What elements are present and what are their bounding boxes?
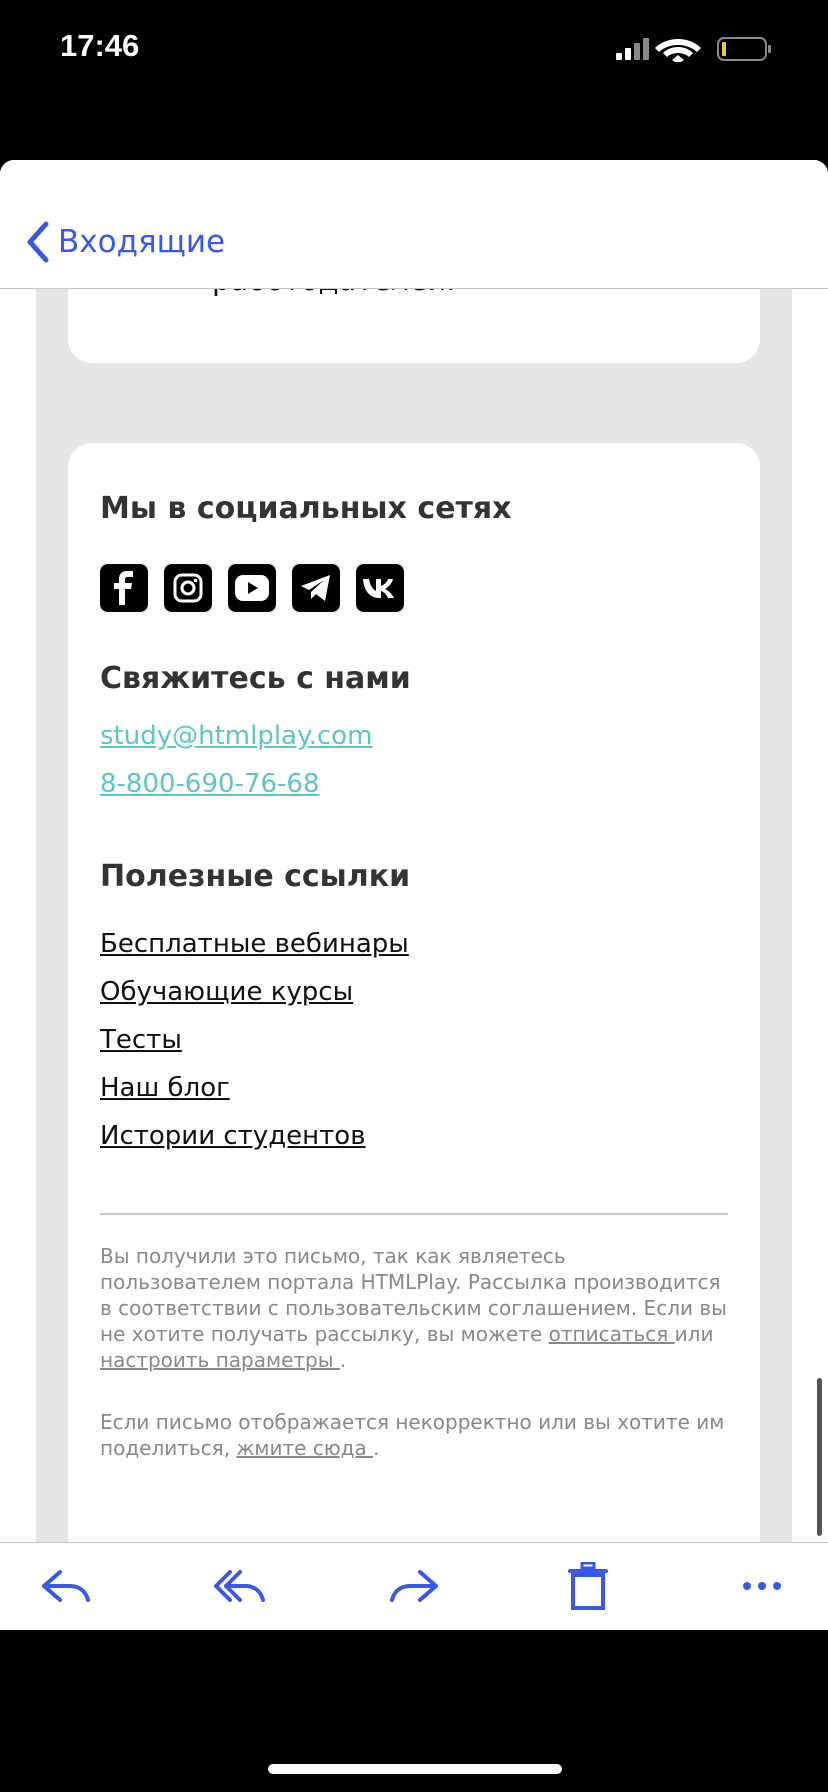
mail-sheet: Входящие работодателей. Мы в социальных … — [0, 160, 828, 1630]
nav-bar: Входящие — [0, 160, 828, 289]
trash-button[interactable] — [560, 1561, 616, 1611]
reply-all-button[interactable] — [212, 1561, 268, 1611]
contact-phone-link[interactable]: 8-800-690-76-68 — [100, 769, 320, 799]
instagram-icon — [173, 573, 203, 603]
link-tests[interactable]: Тесты — [100, 1025, 182, 1055]
unsubscribe-note-end: . — [339, 1348, 347, 1372]
footer-card: Мы в социальных сетях Свяжитесь с нами s… — [68, 443, 760, 1542]
forward-button[interactable] — [386, 1561, 442, 1611]
contact-title: Свяжитесь с нами — [100, 661, 411, 696]
vk-button[interactable] — [356, 564, 404, 612]
link-item: Истории студентов — [100, 1121, 409, 1169]
social-title: Мы в социальных сетях — [100, 491, 512, 526]
status-time: 17:46 — [60, 28, 140, 63]
instagram-button[interactable] — [164, 564, 212, 612]
display-issue-text: Если письмо отображается некорректно или… — [100, 1410, 725, 1460]
facebook-button[interactable] — [100, 564, 148, 612]
link-blog[interactable]: Наш блог — [100, 1073, 230, 1103]
social-icons-row — [100, 564, 404, 612]
unsubscribe-link[interactable]: отписаться — [549, 1322, 675, 1346]
status-icons — [616, 37, 771, 62]
home-indicator[interactable] — [268, 1764, 562, 1774]
reply-button[interactable] — [38, 1561, 94, 1611]
youtube-button[interactable] — [228, 564, 276, 612]
scrollbar[interactable] — [817, 1378, 822, 1536]
link-item: Тесты — [100, 1025, 409, 1073]
telegram-icon — [301, 575, 330, 601]
chevron-left-icon — [27, 221, 49, 263]
facebook-icon — [114, 571, 133, 605]
back-label: Входящие — [58, 224, 226, 260]
forward-icon — [390, 1570, 438, 1602]
link-courses[interactable]: Обучающие курсы — [100, 977, 353, 1007]
display-issue-note: Если письмо отображается некорректно или… — [100, 1409, 728, 1461]
link-student-stories[interactable]: Истории студентов — [100, 1121, 366, 1151]
reply-all-icon — [214, 1570, 265, 1602]
battery-icon — [717, 37, 771, 61]
link-item: Бесплатные вебинары — [100, 929, 409, 977]
previous-card: работодателей. — [68, 289, 760, 363]
trash-icon — [568, 1562, 608, 1610]
display-issue-end: . — [373, 1436, 380, 1460]
unsubscribe-note-or: или — [674, 1322, 714, 1346]
signal-icon — [616, 38, 649, 60]
link-webinars[interactable]: Бесплатные вебинары — [100, 929, 409, 959]
more-button[interactable] — [734, 1561, 790, 1611]
email-content: работодателей. Мы в социальных сетях — [0, 289, 828, 1542]
more-icon — [743, 1582, 781, 1590]
bottom-toolbar — [0, 1542, 828, 1630]
link-item: Наш блог — [100, 1073, 409, 1121]
footer-divider — [100, 1213, 728, 1215]
settings-link[interactable]: настроить параметры — [100, 1348, 340, 1372]
vk-icon — [363, 579, 394, 598]
youtube-icon — [235, 575, 269, 601]
reply-icon — [42, 1570, 90, 1602]
useful-links-list: Бесплатные вебинары Обучающие курсы Тест… — [100, 929, 409, 1169]
link-item: Обучающие курсы — [100, 977, 409, 1025]
contact-email-link[interactable]: study@htmlplay.com — [100, 721, 372, 751]
wifi-icon — [655, 39, 701, 62]
telegram-button[interactable] — [292, 564, 340, 612]
links-title: Полезные ссылки — [100, 859, 411, 894]
previous-card-text: работодателей. — [212, 289, 455, 297]
unsubscribe-note: Вы получили это письмо, так как являетес… — [100, 1243, 728, 1373]
click-here-link[interactable]: жмите сюда — [236, 1436, 373, 1460]
back-button[interactable]: Входящие — [24, 220, 225, 264]
